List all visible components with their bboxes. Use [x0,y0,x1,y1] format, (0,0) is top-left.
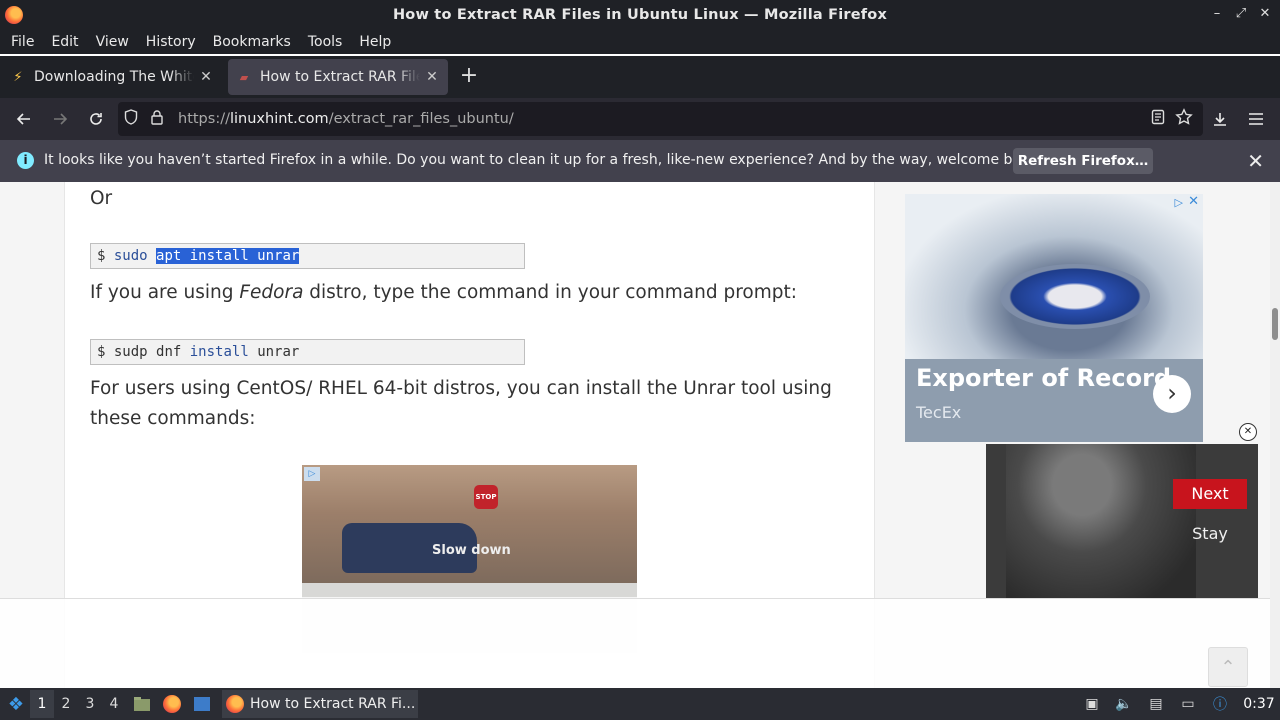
code-keyword: install [189,344,249,360]
taskbar-window-label: How to Extract RAR Fi... [250,696,416,712]
forward-arrow-icon [54,113,68,125]
reload-button[interactable] [78,101,114,137]
code-block-dnf[interactable]: $ sudp dnf install unrar [90,339,525,365]
info-icon: i [17,152,34,169]
bottom-sticky-overlay [0,598,1270,688]
bookmark-star-icon[interactable] [1171,108,1197,130]
download-icon [1214,113,1226,126]
centos-paragraph: For users using CentOS/ RHEL 64-bit dist… [90,378,832,429]
firefox-logo-icon [5,6,23,24]
downloads-button[interactable] [1202,101,1238,137]
new-tab-button[interactable]: + [454,62,484,92]
volume-icon[interactable]: 🔈 [1110,696,1138,712]
chevron-right-icon[interactable]: › [1153,375,1191,413]
menu-bookmarks[interactable]: Bookmarks [206,34,298,50]
menu-edit[interactable]: Edit [44,34,85,50]
ad-headline[interactable]: Exporter of Record [916,364,1171,392]
floating-video-ad[interactable]: Next Stay [986,444,1258,598]
adchoices-icon[interactable]: ▷ [1175,196,1183,209]
refresh-firefox-button[interactable]: Refresh Firefox… [1013,148,1153,174]
clipboard-icon[interactable]: ▤ [1142,696,1170,712]
clock[interactable]: 0:37 [1238,696,1280,712]
menu-file[interactable]: File [4,34,41,50]
reader-view-icon[interactable] [1145,109,1171,129]
linuxhint-favicon-icon: ▰ [239,70,249,84]
system-taskbar: ❖ 1 2 3 4 How to Extract RAR Fi... ▣ 🔈 ▤… [0,688,1280,720]
maximize-icon[interactable]: ⤢ [1234,5,1248,23]
ad-close-icon[interactable]: ✕ [1188,194,1199,209]
menu-bar: File Edit View History Bookmarks Tools H… [0,30,1280,54]
menu-history[interactable]: History [139,34,203,50]
lightning-icon: ⚡ [13,69,23,85]
scroll-to-top-button[interactable]: ⌃ [1208,647,1248,687]
keyboard-icon[interactable]: ▣ [1078,696,1106,712]
code-prompt: $ [97,344,106,360]
tab-label: Downloading The White House [34,69,194,85]
video-frame-image [1006,444,1196,598]
adchoices-icon[interactable]: ▷ [304,467,320,481]
close-tab-icon[interactable]: ✕ [198,69,214,85]
page-scrollbar[interactable] [1270,182,1280,688]
firefox-icon [226,695,244,713]
or-text: Or [90,188,113,209]
lock-icon[interactable] [144,109,170,129]
close-notification-icon[interactable]: ✕ [1247,149,1264,173]
url-bar[interactable]: https://linuxhint.com/extract_rar_files_… [118,102,1203,136]
window-titlebar: How to Extract RAR Files in Ubuntu Linux… [0,0,1280,30]
sidebar-banner-ad[interactable]: Exporter of Record TecEx › ▷ ✕ [905,194,1203,442]
update-notification-icon[interactable]: ⓘ [1206,694,1234,714]
code-command: sudp dnf [113,344,182,360]
ad-caption: Slow down [432,543,511,558]
workspace-4[interactable]: 4 [102,696,126,712]
close-window-icon[interactable]: ✕ [1258,5,1272,23]
tab-extract-rar[interactable]: ▰ How to Extract RAR Files in Ubuntu Lin… [228,59,448,95]
menu-help[interactable]: Help [352,34,398,50]
display-icon[interactable]: ▭ [1174,696,1202,712]
code-command: sudo [113,248,148,264]
workspace-2[interactable]: 2 [54,696,78,712]
start-menu-icon[interactable]: ❖ [2,690,30,718]
shield-icon[interactable] [118,109,144,129]
notification-message: It looks like you haven’t started Firefo… [44,152,1043,168]
back-button[interactable] [6,101,42,137]
hamburger-menu-icon [1249,113,1263,125]
firefox-launcher-icon[interactable] [158,690,186,718]
video-stay-button[interactable]: Stay [1173,519,1247,549]
workspace-3[interactable]: 3 [78,696,102,712]
forward-button[interactable] [42,101,78,137]
video-ad-close-icon[interactable]: ✕ [1239,423,1257,441]
tab-label: How to Extract RAR Files in Ubuntu Linux [260,69,420,85]
toolbar-right [1202,101,1280,137]
code-prompt: $ [97,248,106,264]
system-tray: ▣ 🔈 ▤ ▭ ⓘ 0:37 [1078,688,1280,720]
workspace-1[interactable]: 1 [30,690,54,718]
tab-bar: ⚡ Downloading The White House ✕ ▰ How to… [0,56,1280,98]
back-arrow-icon [16,113,30,125]
terminal-launcher-icon[interactable] [188,690,216,718]
fedora-paragraph: If you are using Fedora distro, type the… [90,282,797,303]
window-title: How to Extract RAR Files in Ubuntu Linux… [392,7,888,23]
tab-downloading[interactable]: ⚡ Downloading The White House ✕ [2,59,222,95]
web-page-viewport[interactable]: Or $ sudo apt install unrar If you are u… [0,182,1270,688]
scrollbar-thumb[interactable] [1272,308,1278,340]
ad-brand: TecEx [916,403,962,422]
centrifuge-image [1000,264,1150,329]
app-menu-button[interactable] [1238,101,1274,137]
minimize-icon[interactable]: – [1210,5,1224,23]
video-next-button[interactable]: Next [1173,479,1247,509]
menu-view[interactable]: View [89,34,136,50]
stop-sign-image: STOP [474,485,498,509]
navigation-bar: https://linuxhint.com/extract_rar_files_… [0,98,1280,140]
selected-code-text: apt install unrar [156,248,300,264]
file-manager-icon[interactable] [128,690,156,718]
reload-icon [90,113,102,125]
close-tab-icon[interactable]: ✕ [424,69,440,85]
window-controls: – ⤢ ✕ [1210,5,1272,23]
refresh-notification-bar: i It looks like you haven’t started Fire… [0,140,1280,182]
url-text[interactable]: https://linuxhint.com/extract_rar_files_… [178,111,514,127]
code-block-apt[interactable]: $ sudo apt install unrar [90,243,525,269]
menu-tools[interactable]: Tools [301,34,350,50]
taskbar-window-button[interactable]: How to Extract RAR Fi... [222,690,418,718]
code-argument: unrar [257,344,300,360]
